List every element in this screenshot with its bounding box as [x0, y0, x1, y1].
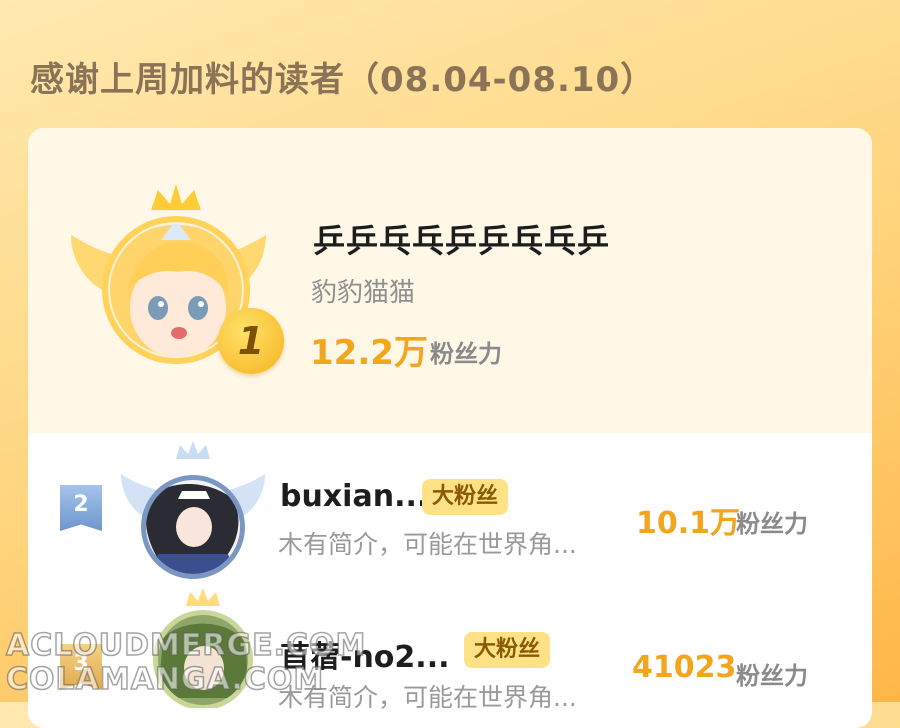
top-reader-subtitle: 豹豹猫猫 [311, 278, 416, 308]
reader-name[interactable]: buxian... [280, 479, 428, 514]
reader-fan-value: 10.1万 [636, 506, 741, 541]
rank-1-medal: 1 [218, 308, 284, 374]
fan-level-badge: 大粉丝 [422, 479, 509, 515]
rank-2-flag: 2 [60, 485, 102, 531]
page-title: 感谢上周加料的读者（08.04-08.10） [30, 60, 656, 100]
fan-level-badge: 大粉丝 [464, 632, 551, 668]
reader-fan-value: 41023 [632, 650, 737, 685]
top-reader-fan-unit: 粉丝力 [430, 340, 502, 368]
watermark-text: COLAMANGA.COM [5, 661, 325, 698]
top-reader-fan-value: 12.2万 [310, 333, 428, 373]
crown-icon [176, 441, 210, 459]
crown-icon [151, 184, 201, 210]
top-reader-name[interactable]: 乒乒乓乓乒乒乓乓乒 [313, 216, 610, 262]
reader-description: 木有简介，可能在世界角... [278, 530, 577, 559]
reader-fan-unit: 粉丝力 [736, 662, 808, 690]
crown-icon [186, 588, 220, 606]
list-item[interactable]: 2 buxian... 大粉丝 木有简介，可能在世界角... 10.1万 粉丝力 [28, 433, 872, 593]
top-reader-section[interactable]: 1 乒乒乓乓乒乒乓乓乒 豹豹猫猫 12.2万 粉丝力 [28, 128, 872, 433]
rank2-avatar-frame [121, 441, 265, 579]
watermark-text: ACLOUDMERGE.COM [5, 627, 367, 664]
reader-fan-unit: 粉丝力 [736, 510, 808, 538]
